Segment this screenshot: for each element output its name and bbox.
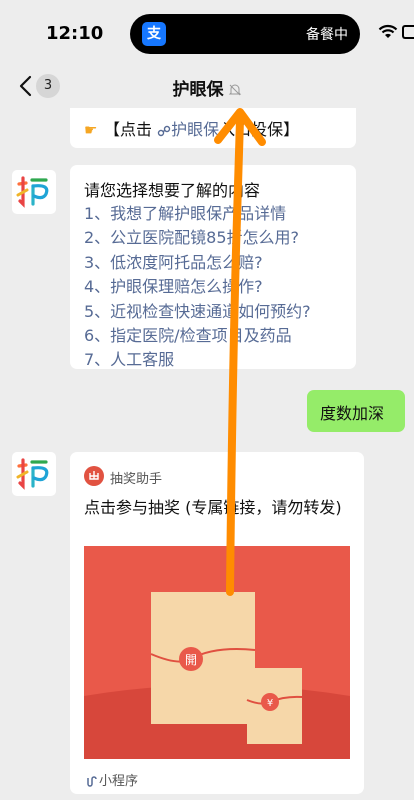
chat-title-text: 护眼保: [172, 80, 224, 100]
card-source-name: 抽奖助手: [110, 472, 163, 487]
top-bubble-line: ☛ 【点击 护眼保入口投保】: [84, 116, 299, 140]
battery-icon: [402, 25, 414, 39]
menu-option-fast-track[interactable]: 5、近视检查快速通道如何预约?: [84, 300, 311, 324]
pointing-hand-icon: ☛: [84, 121, 98, 139]
sent-message-text: 度数加深: [320, 404, 385, 423]
yuan-envelope-label: ¥: [267, 698, 273, 709]
bot-avatar[interactable]: [12, 452, 56, 496]
wifi-icon: [378, 24, 398, 38]
mute-bell-icon: [228, 84, 241, 96]
clock: 12:10: [46, 23, 104, 44]
open-envelope-label: 開: [185, 653, 197, 667]
message-bubble-top[interactable]: ☛ 【点击 护眼保入口投保】: [70, 108, 356, 148]
card-footer: 小程序: [84, 770, 138, 789]
chat-nav-bar: 护眼保 3: [0, 64, 414, 108]
dynamic-island[interactable]: 支 备餐中: [130, 14, 360, 54]
menu-options: 1、我想了解护眼保产品详情 2、公立医院配镜85折怎么用? 3、低浓度阿托品怎么…: [84, 202, 311, 373]
huyanbao-logo-icon: [16, 176, 49, 208]
menu-message-bubble: 请您选择想要了解的内容 1、我想了解护眼保产品详情 2、公立医院配镜85折怎么用…: [70, 165, 356, 369]
status-bar: 12:10 支 备餐中: [0, 0, 414, 64]
unread-count-badge[interactable]: 3: [36, 74, 60, 98]
link-icon: [157, 125, 171, 136]
mini-program-icon: [87, 776, 97, 787]
chat-title: 护眼保: [0, 75, 414, 100]
insure-link[interactable]: 护眼保: [171, 120, 219, 139]
card-title: 点击参与抽奖 (专属链接，请勿转发): [84, 498, 342, 517]
huyanbao-logo-icon: [16, 458, 49, 490]
top-bubble-suffix: 入口投保】: [219, 120, 300, 139]
top-bubble-prefix: 【点击: [104, 120, 153, 139]
card-footer-label: 小程序: [99, 774, 139, 789]
sent-message-bubble[interactable]: 度数加深: [307, 390, 405, 432]
bot-avatar[interactable]: [12, 170, 56, 214]
menu-option-claim-process[interactable]: 4、护眼保理赔怎么操作?: [84, 275, 311, 299]
menu-option-designated-hospitals[interactable]: 6、指定医院/检查项目及药品: [84, 324, 311, 348]
red-envelope-image: 開 ¥: [84, 546, 350, 759]
lottery-assistant-icon: [84, 466, 104, 486]
menu-option-atropine-claim[interactable]: 3、低浓度阿托品怎么赔?: [84, 251, 311, 275]
live-activity-text: 备餐中: [306, 27, 348, 43]
menu-option-product-details[interactable]: 1、我想了解护眼保产品详情: [84, 202, 311, 226]
menu-option-human-agent[interactable]: 7、人工客服: [84, 348, 311, 372]
mini-program-card[interactable]: 抽奖助手 点击参与抽奖 (专属链接，请勿转发) 開 ¥ 小程序: [70, 452, 364, 794]
menu-option-glasses-discount[interactable]: 2、公立医院配镜85折怎么用?: [84, 226, 311, 250]
menu-title: 请您选择想要了解的内容: [84, 181, 261, 200]
alipay-icon: 支: [142, 22, 166, 46]
